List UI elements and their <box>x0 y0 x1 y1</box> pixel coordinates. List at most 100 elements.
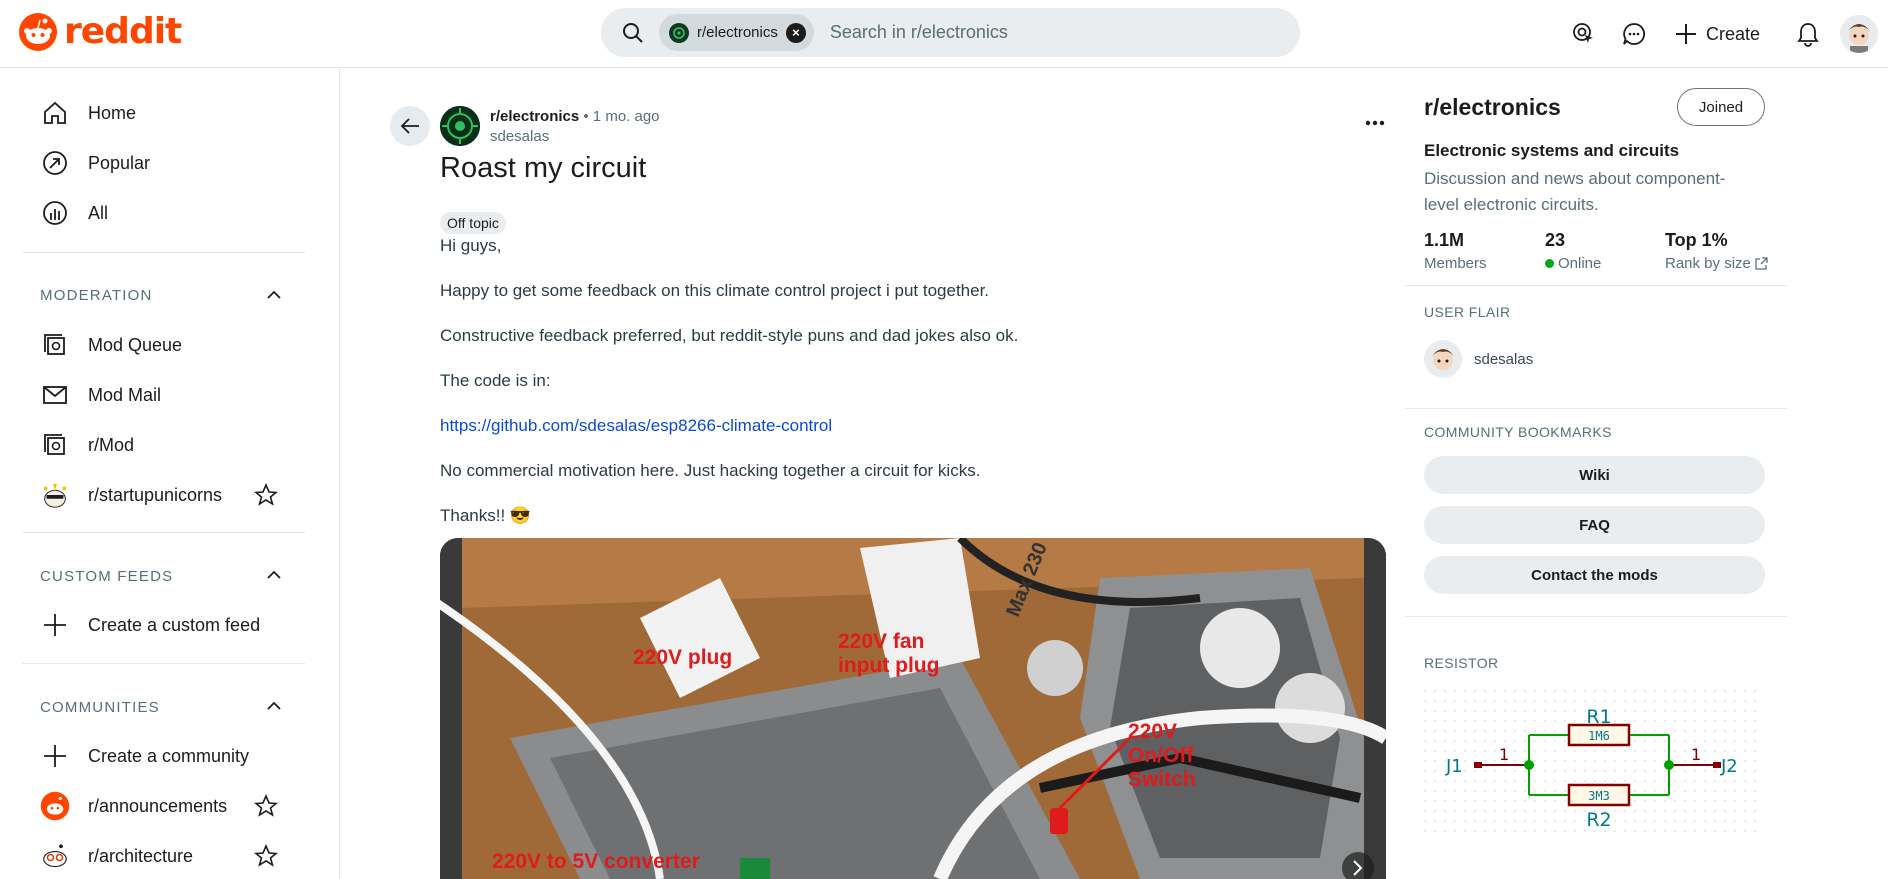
bookmark-wiki-button[interactable]: Wiki <box>1424 456 1765 494</box>
community-avatar-icon <box>669 22 689 43</box>
panel-divider <box>1405 616 1787 617</box>
plus-icon <box>1675 24 1696 44</box>
image-label-fan-plug-2: input plug <box>838 654 939 677</box>
search-bar[interactable]: r/electronics × <box>601 8 1300 57</box>
communities-heading: COMMUNITIES <box>40 699 160 716</box>
plus-icon <box>40 610 70 640</box>
create-label: Create <box>1705 23 1760 44</box>
collapse-moderation-chevron-icon[interactable] <box>264 285 284 305</box>
stat-rank[interactable]: Top 1% Rank by size <box>1665 230 1768 272</box>
favorite-star-icon[interactable] <box>254 844 278 868</box>
stat-label: Rank by size <box>1665 255 1751 272</box>
external-link-icon <box>1755 257 1768 270</box>
sidebar-item-architecture[interactable]: r/architecture <box>40 836 193 876</box>
favorite-star-icon[interactable] <box>254 794 278 818</box>
clear-chip-icon[interactable]: × <box>785 22 806 43</box>
favorite-star-icon[interactable] <box>254 483 278 507</box>
resistor-schematic: R1 1M6 3M3 R2 J1 J2 1 1 <box>1424 690 1764 840</box>
image-label-plug: 220V plug <box>633 646 732 669</box>
user-avatar[interactable] <box>1840 15 1878 53</box>
image-label-fan-plug: 220V fan <box>838 630 924 653</box>
sidebar-item-label: Create a custom feed <box>88 614 261 635</box>
image-label-converter: 220V to 5V converter <box>492 850 700 873</box>
online-dot-icon <box>1545 259 1554 268</box>
stat-value: Top 1% <box>1665 230 1728 250</box>
subreddit-avatar[interactable] <box>440 106 480 146</box>
sidebar-item-label: Popular <box>88 152 151 173</box>
sidebar-item-create-community[interactable]: Create a community <box>40 736 249 776</box>
j1-label: J1 <box>1445 756 1463 777</box>
sidebar-item-home[interactable]: Home <box>40 93 136 133</box>
r2-label: R2 <box>1586 809 1611 831</box>
sidebar-item-mod-queue[interactable]: Mod Queue <box>40 325 182 365</box>
sidebar-divider <box>22 532 305 533</box>
sidebar-item-mod-mail[interactable]: Mod Mail <box>40 375 161 415</box>
search-input[interactable] <box>827 21 1128 44</box>
architecture-avatar-icon <box>40 841 70 871</box>
j1-pin-label: 1 <box>1499 745 1509 764</box>
sidebar-item-startupunicorns[interactable]: r/startupunicorns <box>40 475 222 515</box>
r1-label: R1 <box>1586 706 1611 728</box>
j2-pin-label: 1 <box>1691 745 1701 764</box>
user-flair[interactable]: sdesalas <box>1424 340 1533 378</box>
sidebar-item-create-custom-feed[interactable]: Create a custom feed <box>40 605 260 645</box>
sidebar-item-label: r/announcements <box>88 795 228 816</box>
back-button[interactable] <box>390 106 430 146</box>
sidebar-item-label: r/Mod <box>88 434 135 455</box>
mod-icon <box>40 430 70 460</box>
sidebar-item-label: r/startupunicorns <box>88 484 223 505</box>
post-image[interactable]: Max 230 W 220V plug 220V fan input plug … <box>440 538 1386 879</box>
sidebar-item-all[interactable]: All <box>40 193 108 233</box>
announcements-avatar-icon <box>40 791 70 821</box>
stat-label: Online <box>1558 255 1602 272</box>
stat-value: 1.1M <box>1424 230 1465 250</box>
post-flair-badge[interactable]: Off topic <box>440 212 506 234</box>
panel-divider <box>1405 408 1787 409</box>
startupunicorns-avatar-icon <box>40 480 70 510</box>
post-subreddit-link[interactable]: r/electronics <box>490 108 579 125</box>
popular-icon <box>40 148 70 178</box>
sidebar-item-r-mod[interactable]: r/Mod <box>40 425 134 465</box>
post-title: Roast my circuit <box>440 152 647 184</box>
bookmark-contact-mods-button[interactable]: Contact the mods <box>1424 556 1765 594</box>
top-header: reddit r/electronics × Create <box>0 0 1888 68</box>
bookmark-faq-button[interactable]: FAQ <box>1424 506 1765 544</box>
left-sidebar: Home Popular All MODERATION Mod Queue Mo… <box>0 68 340 879</box>
stat-value: 23 <box>1545 230 1566 250</box>
bell-icon[interactable] <box>1788 14 1828 54</box>
image-label-switch-3: Switch <box>1128 768 1196 791</box>
post-time: • 1 mo. ago <box>583 108 660 125</box>
joined-button[interactable]: Joined <box>1677 88 1765 126</box>
search-community-chip[interactable]: r/electronics × <box>659 14 814 51</box>
stat-online: 23 Online <box>1545 230 1601 272</box>
more-options-icon[interactable] <box>1364 118 1386 128</box>
collapse-communities-chevron-icon[interactable] <box>264 696 284 716</box>
collapse-custom-feeds-chevron-icon[interactable] <box>264 565 284 585</box>
post-paragraph: Thanks!! 😎 <box>440 506 532 525</box>
chat-icon[interactable] <box>1614 14 1654 54</box>
sidebar-item-announcements[interactable]: r/announcements <box>40 786 227 826</box>
sidebar-item-label: r/architecture <box>88 845 194 866</box>
plus-icon <box>40 741 70 771</box>
user-flair-avatar <box>1424 340 1462 378</box>
create-button[interactable]: Create <box>1666 14 1768 54</box>
advertise-icon[interactable] <box>1564 14 1604 54</box>
header-actions: Create <box>1564 0 1888 68</box>
sidebar-divider <box>22 252 305 253</box>
github-link[interactable]: https://github.com/sdesalas/esp8266-clim… <box>440 416 832 436</box>
sidebar-item-label: Mod Mail <box>88 384 162 405</box>
sidebar-item-popular[interactable]: Popular <box>40 143 150 183</box>
post-meta: r/electronics • 1 mo. ago sdesalas <box>490 108 660 145</box>
sidebar-item-label: Create a community <box>88 745 250 766</box>
post-paragraph: The code is in: <box>440 371 551 390</box>
post-paragraph: Hi guys, <box>440 236 502 255</box>
community-tagline: Electronic systems and circuits <box>1424 141 1680 160</box>
post-author-link[interactable]: sdesalas <box>490 128 660 145</box>
custom-feeds-heading: CUSTOM FEEDS <box>40 568 174 585</box>
mod-mail-icon <box>40 380 70 410</box>
community-name[interactable]: r/electronics <box>1424 94 1561 121</box>
post-paragraph: Happy to get some feedback on this clima… <box>440 281 990 300</box>
panel-divider <box>1405 285 1787 286</box>
reddit-logo[interactable]: reddit <box>18 11 182 52</box>
r1-value: 1M6 <box>1588 729 1610 743</box>
